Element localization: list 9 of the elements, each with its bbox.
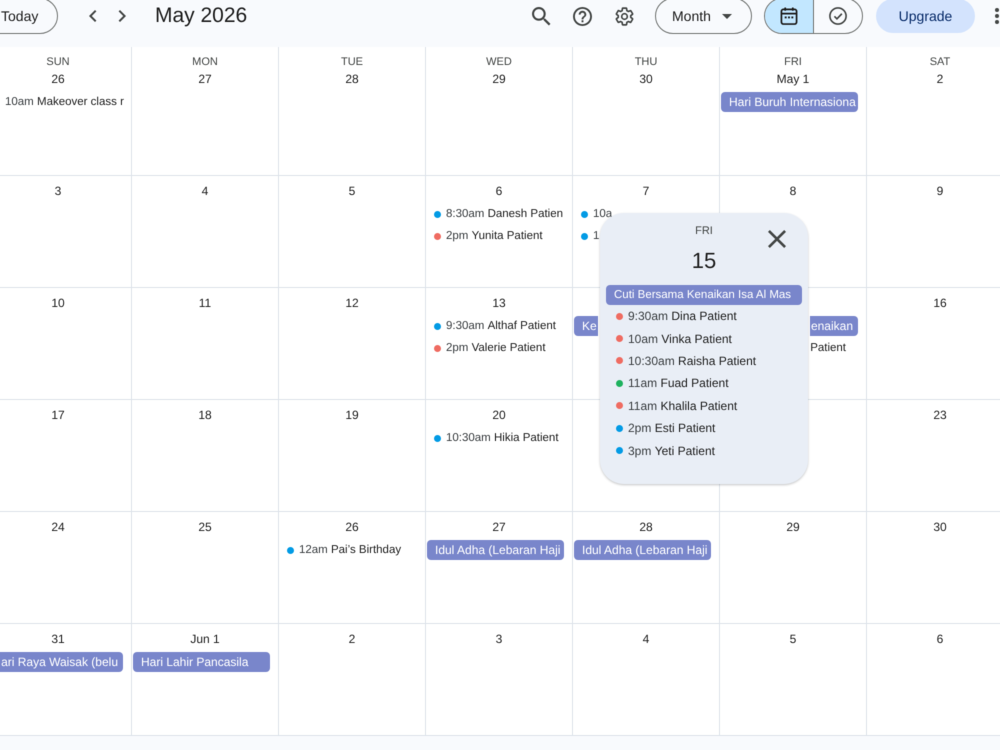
weekday-label: WED [486,55,512,69]
weekday-label: SAT [930,55,950,69]
weekday-label: TUE [341,55,363,69]
month-title: May 2026 [155,4,248,28]
weekday-label: THU [634,55,658,69]
weekday-label: SUN [46,55,70,69]
weekday-label: FRI [784,55,802,69]
popup-weekday: FRI [695,224,713,238]
weekday-label: MON [192,55,218,69]
